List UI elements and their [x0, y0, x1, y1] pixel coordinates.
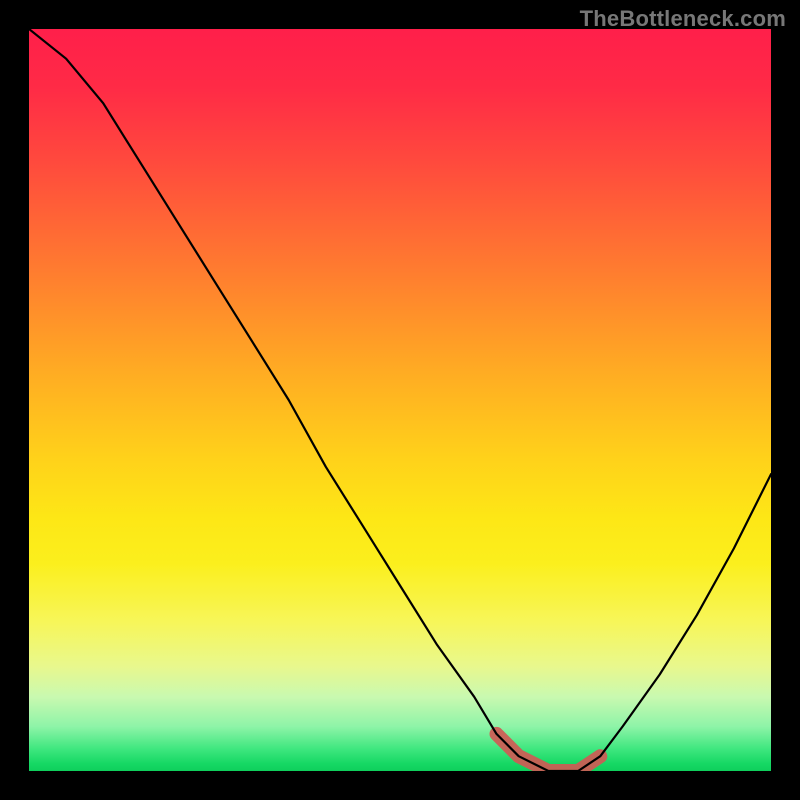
curve-path — [29, 29, 771, 771]
watermark-text: TheBottleneck.com — [580, 6, 786, 32]
curve-svg — [29, 29, 771, 771]
plot-area — [29, 29, 771, 771]
chart-frame: TheBottleneck.com — [0, 0, 800, 800]
